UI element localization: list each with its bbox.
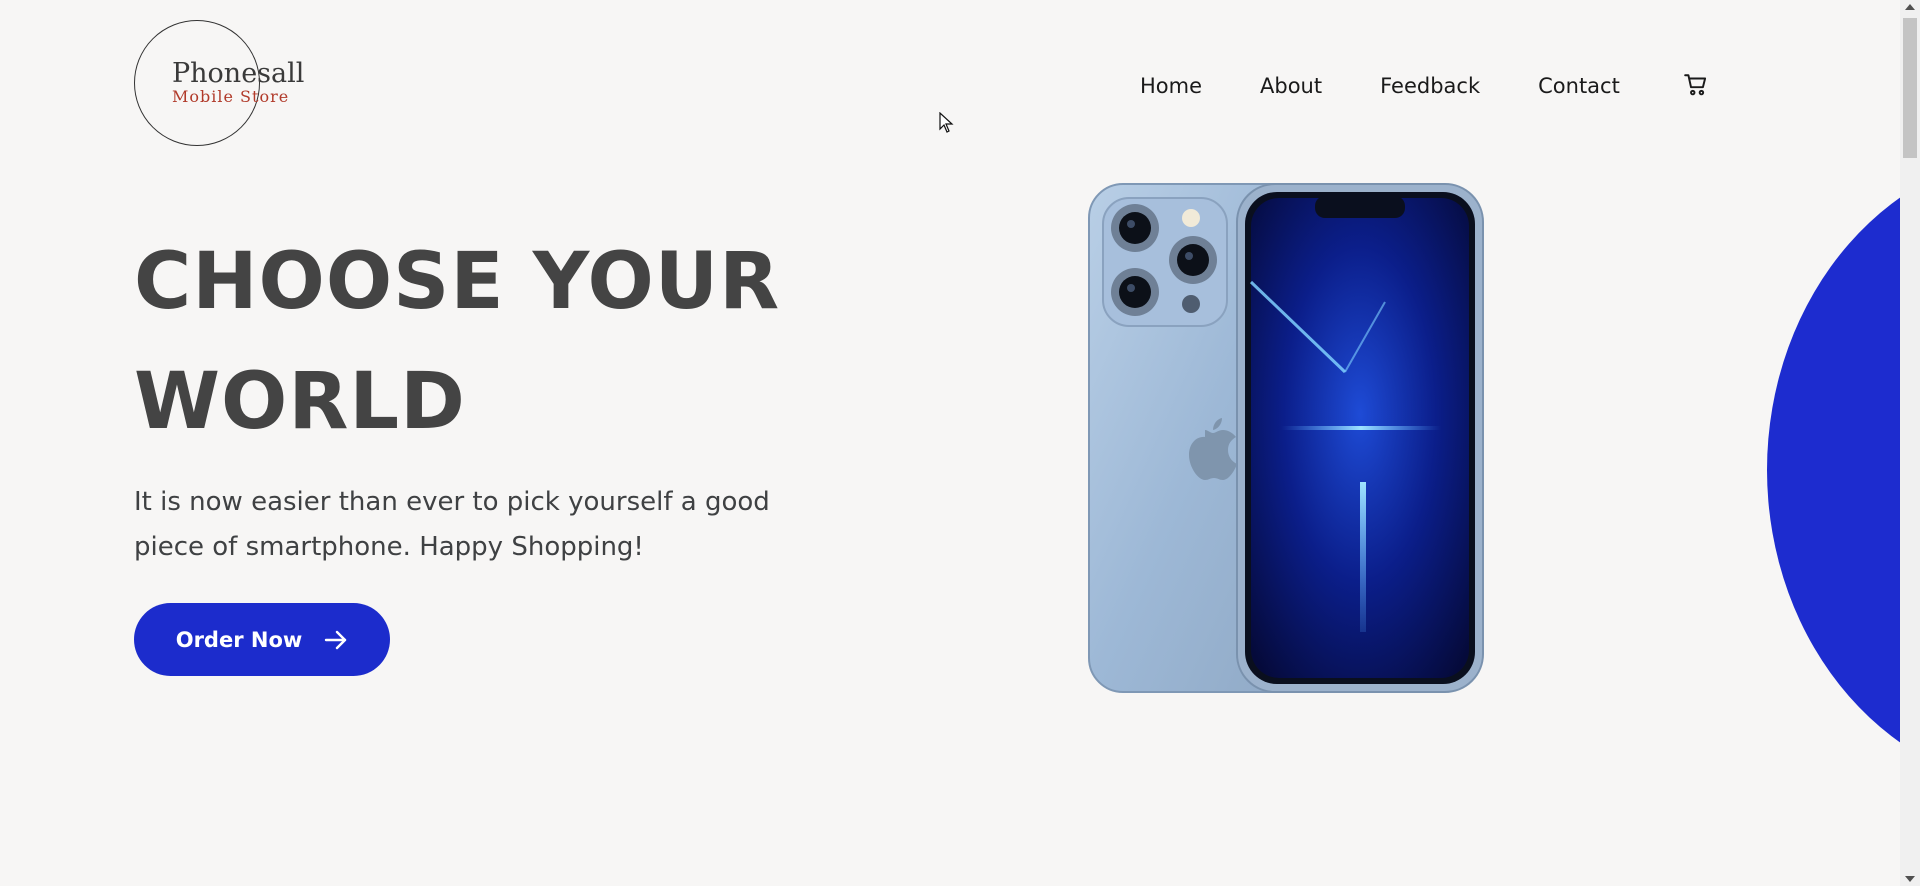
hero-title-line-1: CHOOSE YOUR bbox=[134, 237, 781, 327]
hero-description: It is now easier than ever to pick yours… bbox=[134, 487, 770, 562]
phone-image bbox=[1088, 183, 1484, 693]
scroll-down-arrow-icon[interactable] bbox=[1905, 876, 1915, 882]
order-now-label: Order Now bbox=[175, 627, 303, 652]
main-nav: Home About Feedback Contact bbox=[1140, 74, 1678, 98]
scroll-up-arrow-icon[interactable] bbox=[1905, 4, 1915, 10]
nav-link-home[interactable]: Home bbox=[1140, 74, 1202, 98]
nav-link-about[interactable]: About bbox=[1260, 74, 1322, 98]
cart-icon[interactable] bbox=[1683, 72, 1709, 98]
nav-link-feedback[interactable]: Feedback bbox=[1380, 74, 1480, 98]
logo-title[interactable]: Phonesall bbox=[172, 58, 304, 89]
mouse-cursor-icon bbox=[939, 112, 954, 133]
arrow-right-icon bbox=[325, 630, 347, 649]
landing-page: Phonesall Mobile Store Home About Feedba… bbox=[0, 0, 1920, 886]
nav-link-contact[interactable]: Contact bbox=[1538, 74, 1620, 98]
vertical-scrollbar[interactable] bbox=[1900, 0, 1920, 886]
order-now-button[interactable]: Order Now bbox=[134, 603, 390, 676]
scrollbar-thumb[interactable] bbox=[1903, 18, 1917, 158]
hero-title-line-2: WORLD bbox=[134, 357, 466, 447]
decorative-blue-circle bbox=[1767, 150, 1920, 790]
hero-title: CHOOSE YOUR WORLD bbox=[134, 222, 834, 462]
logo-subtitle[interactable]: Mobile Store bbox=[172, 87, 289, 106]
